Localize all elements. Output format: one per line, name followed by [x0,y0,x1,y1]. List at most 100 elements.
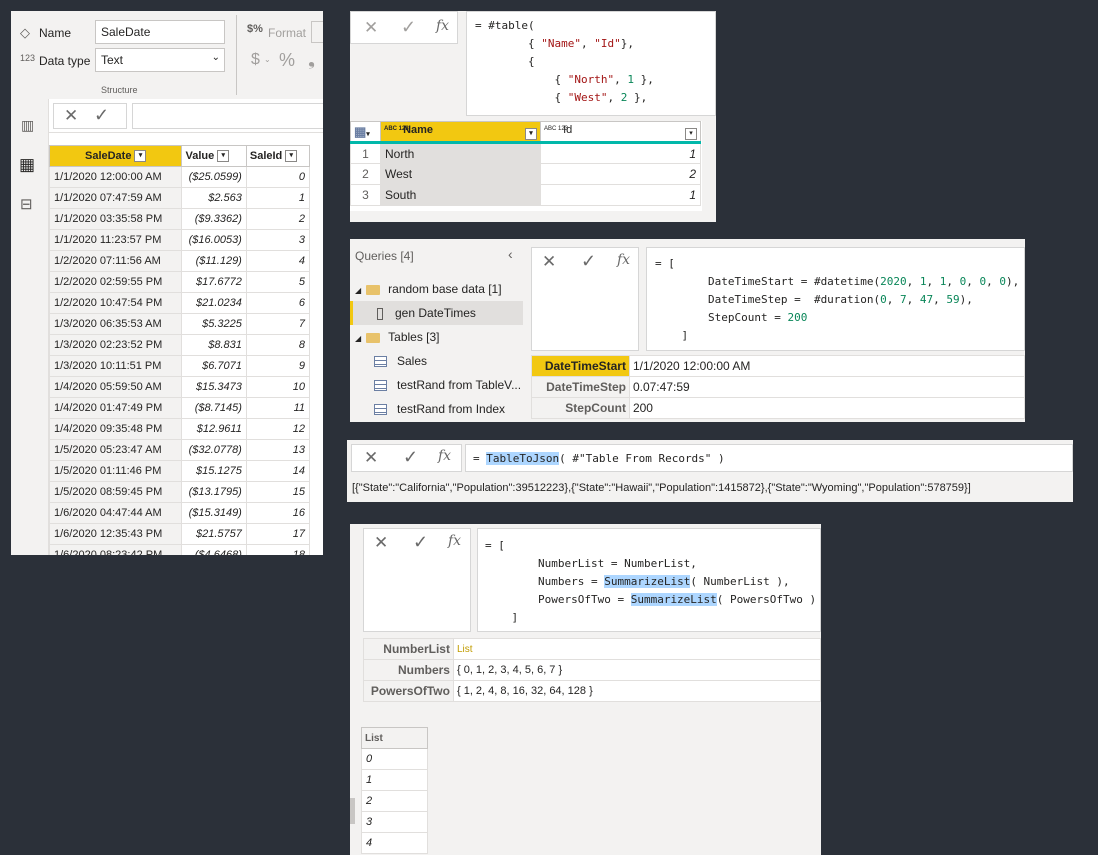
table-cell[interactable]: 15 [245,481,311,503]
query-group[interactable]: ◢ random base data [1] [355,282,502,296]
record-value[interactable]: { 0, 1, 2, 3, 4, 5, 6, 7 } [452,659,821,681]
filter-icon[interactable]: ▾ [285,150,298,163]
list-cell[interactable]: 0 [361,748,428,770]
table-cell[interactable]: ($16.0053) [181,229,247,251]
table-cell[interactable]: 14 [245,460,311,482]
table-cell[interactable]: West [380,163,541,185]
table-cell[interactable]: 5 [245,271,311,293]
list-header[interactable]: List [361,727,428,749]
table-cell[interactable]: 12 [245,418,311,440]
cancel-icon[interactable]: ✕ [374,533,388,553]
table-cell[interactable]: $15.3473 [181,376,247,398]
table-cell[interactable]: North [380,142,541,164]
table-cell[interactable]: ($11.129) [181,250,247,272]
table-cell[interactable]: 18 [245,544,311,555]
table-cell[interactable]: 1/3/2020 02:23:52 PM [48,334,183,356]
table-cell[interactable]: ($13.1795) [181,481,247,503]
check-icon[interactable]: ✓ [413,532,428,553]
table-cell[interactable]: 1/1/2020 03:35:58 PM [48,208,183,230]
record-key[interactable]: Numbers [363,659,454,681]
table-cell[interactable]: 13 [245,439,311,461]
query-item[interactable]: Sales [374,354,427,368]
record-value[interactable]: 1/1/2020 12:00:00 AM [628,355,1025,377]
collapse-icon[interactable]: ‹ [508,246,513,262]
formula-editor[interactable]: = TableToJson( #"Table From Records" ) [465,444,1073,472]
format-input[interactable] [311,21,323,43]
formula-editor[interactable]: = [ NumberList = NumberList, Numbers = S… [477,528,821,632]
record-value[interactable]: 0.07:47:59 [628,376,1025,398]
record-value[interactable]: List [452,638,821,660]
cancel-icon[interactable]: ✕ [364,18,378,38]
check-icon[interactable]: ✓ [581,251,596,272]
table-cell[interactable]: South [380,184,541,206]
fx-icon[interactable]: fx [617,252,630,268]
formula-editor[interactable]: = [ DateTimeStart = #datetime(2020, 1, 1… [646,247,1025,351]
query-item-selected[interactable]: gen DateTimes [350,301,523,325]
table-cell[interactable]: 4 [245,250,311,272]
record-value[interactable]: { 1, 2, 4, 8, 16, 32, 64, 128 } [452,680,821,702]
table-cell[interactable]: 1 [245,187,311,209]
cancel-icon[interactable]: ✕ [64,106,78,126]
record-key[interactable]: StepCount [531,397,630,419]
filter-icon[interactable]: ▾ [685,127,697,140]
record-key[interactable]: PowersOfTwo [363,680,454,702]
table-cell[interactable]: 1/3/2020 10:11:51 PM [48,355,183,377]
table-cell[interactable]: 1/6/2020 04:47:44 AM [48,502,183,524]
column-header-value[interactable]: Value ▾ [181,145,247,167]
comma-icon[interactable]: ❟ [308,49,315,70]
list-cell[interactable]: 3 [361,811,428,833]
table-cell[interactable]: 1/6/2020 08:23:42 PM [48,544,183,555]
table-cell[interactable]: 0 [245,166,311,188]
record-key[interactable]: DateTimeStep [531,376,630,398]
check-icon[interactable]: ✓ [401,17,416,38]
fx-icon[interactable]: fx [436,18,449,34]
table-cell[interactable]: $21.0234 [181,292,247,314]
table-cell[interactable]: $15.1275 [181,460,247,482]
table-cell[interactable]: 1/5/2020 01:11:46 PM [48,460,183,482]
table-cell[interactable]: $12.9611 [181,418,247,440]
column-header-id[interactable]: ABC 123 Id ▾ [540,121,701,144]
table-cell[interactable]: 2 [245,208,311,230]
table-cell[interactable]: 6 [245,292,311,314]
table-cell[interactable]: ($15.3149) [181,502,247,524]
record-key[interactable]: NumberList [363,638,454,660]
table-cell[interactable]: 8 [245,334,311,356]
check-icon[interactable]: ✓ [94,105,109,126]
table-cell[interactable]: ($4.6468) [181,544,247,555]
table-cell[interactable]: 1/5/2020 05:23:47 AM [48,439,183,461]
table-menu[interactable]: ▦▾ [350,121,381,144]
currency-icon[interactable]: $ [251,51,260,69]
table-cell[interactable]: 1/5/2020 08:59:45 PM [48,481,183,503]
table-cell[interactable]: $21.5757 [181,523,247,545]
column-header-saleid[interactable]: SaleId ▾ [245,145,311,167]
fx-icon[interactable]: fx [448,533,461,549]
table-cell[interactable]: 1/4/2020 01:47:49 PM [48,397,183,419]
filter-icon[interactable]: ▾ [525,127,537,140]
filter-icon[interactable]: ▾ [134,150,147,163]
model-view-icon[interactable]: ⊟ [20,195,33,213]
table-cell[interactable]: 2 [540,163,701,185]
table-cell[interactable]: ($9.3362) [181,208,247,230]
name-input[interactable]: SaleDate [95,20,225,44]
percent-icon[interactable]: % [279,50,295,71]
table-cell[interactable]: 1/4/2020 05:59:50 AM [48,376,183,398]
list-cell[interactable]: 1 [361,769,428,791]
table-cell[interactable]: 1/2/2020 10:47:54 PM [48,292,183,314]
list-cell[interactable]: 4 [361,832,428,854]
table-cell[interactable]: 1/3/2020 06:35:53 AM [48,313,183,335]
table-cell[interactable]: 1/1/2020 11:23:57 PM [48,229,183,251]
cancel-icon[interactable]: ✕ [542,252,556,272]
table-cell[interactable]: 1/2/2020 02:59:55 PM [48,271,183,293]
table-cell[interactable]: 16 [245,502,311,524]
table-cell[interactable]: 9 [245,355,311,377]
column-header-saledate[interactable]: SaleDate ▾ [48,145,183,167]
table-cell[interactable]: 3 [245,229,311,251]
table-cell[interactable]: 7 [245,313,311,335]
cancel-icon[interactable]: ✕ [364,448,378,468]
table-cell[interactable]: 1/1/2020 12:00:00 AM [48,166,183,188]
table-cell[interactable]: 10 [245,376,311,398]
table-cell[interactable]: 11 [245,397,311,419]
table-cell[interactable]: $5.3225 [181,313,247,335]
query-group[interactable]: ◢ Tables [3] [355,330,440,344]
filter-icon[interactable]: ▾ [217,150,230,163]
